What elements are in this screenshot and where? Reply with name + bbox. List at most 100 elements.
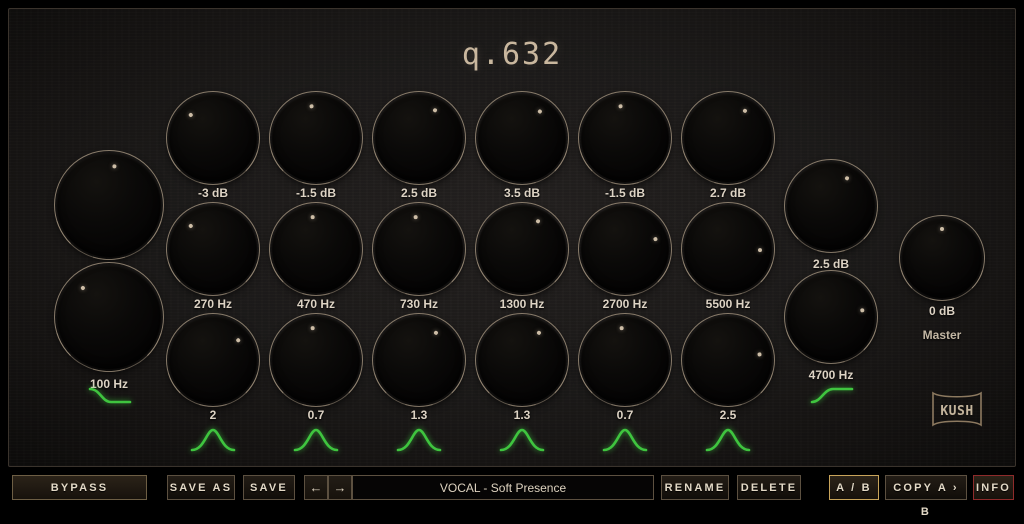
knob-indicator-dot: [537, 108, 543, 114]
info-button[interactable]: INFO: [973, 475, 1014, 500]
knob-pointer: [36, 244, 183, 391]
knob-pointer: [575, 88, 674, 187]
knob-dial[interactable]: [787, 162, 875, 250]
knob-band6-q[interactable]: 2.5: [684, 316, 772, 404]
knob-band3-gain[interactable]: 2.5 dB: [375, 94, 463, 182]
knob-value-label: -3 dB: [198, 186, 228, 200]
knob-band4-gain[interactable]: 3.5 dB: [478, 94, 566, 182]
knob-pointer: [771, 146, 891, 266]
save-as-button[interactable]: SAVE AS: [167, 475, 235, 500]
preset-name-field[interactable]: VOCAL - Soft Presence: [352, 475, 654, 500]
knob-dial[interactable]: [272, 316, 360, 404]
knob-value-label: 3.5 dB: [504, 186, 540, 200]
knob-indicator-dot: [536, 330, 542, 336]
knob-pointer: [902, 218, 982, 298]
knob-band5-q[interactable]: 0.7: [581, 316, 669, 404]
knob-value-label: 2.5 dB: [401, 186, 437, 200]
knob-pointer: [151, 76, 275, 200]
knob-dial[interactable]: [787, 273, 875, 361]
knob-indicator-dot: [653, 236, 658, 241]
knob-dial[interactable]: [902, 218, 982, 298]
high-shelf-curve-icon: [809, 381, 855, 409]
knob-pointer: [779, 265, 883, 369]
knob-band4-q[interactable]: 1.3: [478, 316, 566, 404]
knob-indicator-dot: [188, 223, 194, 229]
knob-band5-gain[interactable]: -1.5 dB: [581, 94, 669, 182]
knob-band2-gain[interactable]: -1.5 dB: [272, 94, 360, 182]
knob-value-label: 1.3: [514, 408, 531, 422]
knob-band1-frequency[interactable]: 270 Hz: [169, 205, 257, 293]
previous-preset-arrow-icon[interactable]: ←: [304, 475, 328, 500]
knob-dial[interactable]: [478, 316, 566, 404]
knob-indicator-dot: [236, 337, 242, 343]
knob-high-shelf-frequency[interactable]: 4700 Hz: [787, 273, 875, 361]
knob-value-label: 0.7: [308, 408, 325, 422]
knob-indicator-dot: [432, 107, 437, 112]
band6-bell-curve-icon: [705, 427, 751, 453]
knob-value-label: 1300 Hz: [500, 297, 545, 311]
rename-button[interactable]: RENAME: [661, 475, 729, 500]
knob-value-label: 2.5: [720, 408, 737, 422]
knob-dial[interactable]: [169, 316, 257, 404]
band1-bell-curve-icon: [190, 427, 236, 453]
knob-pointer: [462, 189, 582, 309]
ab-toggle-button[interactable]: A / B: [829, 475, 879, 500]
knob-dial[interactable]: [57, 153, 161, 257]
knob-dial[interactable]: [684, 316, 772, 404]
knob-dial[interactable]: [478, 205, 566, 293]
knob-dial[interactable]: [375, 316, 463, 404]
knob-indicator-dot: [742, 108, 748, 114]
knob-dial[interactable]: [57, 265, 161, 369]
knob-value-label: -1.5 dB: [296, 186, 336, 200]
knob-dial[interactable]: [272, 94, 360, 182]
knob-master-gain[interactable]: 0 dB Master: [902, 218, 982, 298]
next-preset-arrow-icon[interactable]: →: [328, 475, 352, 500]
delete-button[interactable]: DELETE: [737, 475, 801, 500]
knob-indicator-dot: [535, 218, 540, 223]
knob-band6-gain[interactable]: 2.7 dB: [684, 94, 772, 182]
knob-dial[interactable]: [478, 94, 566, 182]
knob-low-shelf-gain[interactable]: 1 dB: [57, 153, 161, 257]
knob-dial[interactable]: [375, 205, 463, 293]
knob-indicator-dot: [80, 286, 86, 292]
low-shelf-curve-icon: [87, 381, 133, 409]
knob-band3-q[interactable]: 1.3: [375, 316, 463, 404]
knob-value-label: 730 Hz: [400, 297, 438, 311]
knob-value-label: 470 Hz: [297, 297, 335, 311]
knob-band2-frequency[interactable]: 470 Hz: [272, 205, 360, 293]
knob-band2-q[interactable]: 0.7: [272, 316, 360, 404]
knob-value-label: 1.3: [411, 408, 428, 422]
knob-dial[interactable]: [272, 205, 360, 293]
bypass-button[interactable]: BYPASS: [12, 475, 147, 500]
knob-pointer: [50, 146, 167, 263]
knob-high-shelf-gain[interactable]: 2.5 dB: [787, 162, 875, 250]
knob-pointer: [667, 77, 788, 198]
knob-indicator-dot: [310, 215, 314, 219]
knob-dial[interactable]: [581, 205, 669, 293]
band4-bell-curve-icon: [499, 427, 545, 453]
knob-band5-frequency[interactable]: 2700 Hz: [581, 205, 669, 293]
knob-dial[interactable]: [169, 205, 257, 293]
knob-band4-frequency[interactable]: 1300 Hz: [478, 205, 566, 293]
save-button[interactable]: SAVE: [243, 475, 295, 500]
knob-band3-frequency[interactable]: 730 Hz: [375, 205, 463, 293]
knob-value-label: 5500 Hz: [706, 297, 751, 311]
knob-low-shelf-frequency[interactable]: 100 Hz: [57, 265, 161, 369]
knob-indicator-dot: [618, 104, 623, 109]
knob-dial[interactable]: [375, 94, 463, 182]
knob-indicator-dot: [188, 112, 194, 118]
knob-dial[interactable]: [581, 316, 669, 404]
knob-pointer: [677, 309, 779, 411]
knob-pointer: [461, 77, 583, 199]
knob-band1-gain[interactable]: -3 dB: [169, 94, 257, 182]
knob-dial[interactable]: [581, 94, 669, 182]
knob-band6-frequency[interactable]: 5500 Hz: [684, 205, 772, 293]
knob-value-label: 2700 Hz: [603, 297, 648, 311]
knob-pointer: [151, 187, 275, 311]
knob-band1-q[interactable]: 2: [169, 316, 257, 404]
knob-dial[interactable]: [684, 205, 772, 293]
knob-dial[interactable]: [169, 94, 257, 182]
knob-value-label: 270 Hz: [194, 297, 232, 311]
knob-dial[interactable]: [684, 94, 772, 182]
copy-a-to-b-button[interactable]: COPY A › B: [885, 475, 967, 500]
